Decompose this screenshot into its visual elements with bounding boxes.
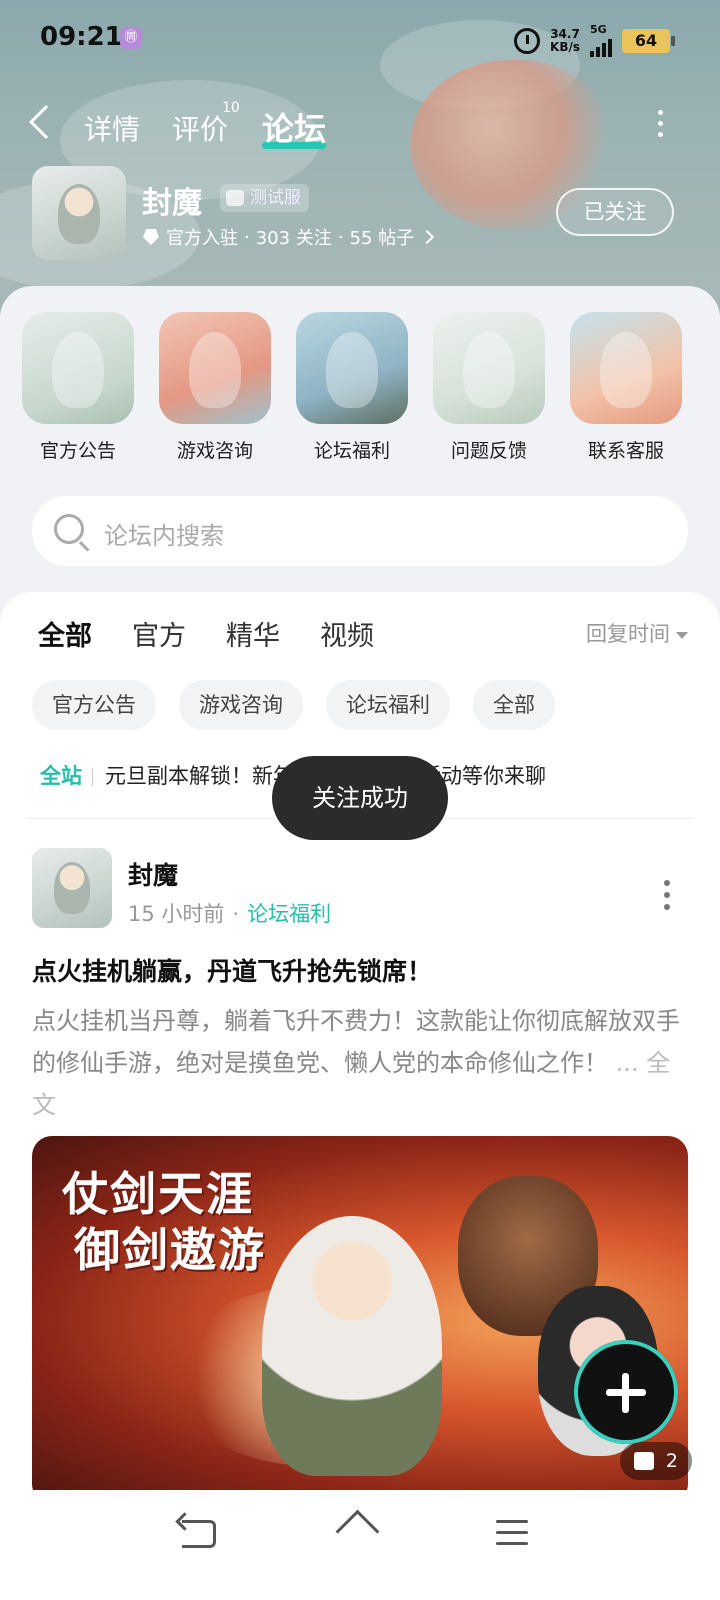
system-home-icon[interactable] (338, 1514, 374, 1550)
post-meta: 15 小时前 · 论坛福利 (128, 902, 332, 926)
chip-game-consult[interactable]: 游戏咨询 (179, 680, 303, 730)
status-time: 09:21 (40, 22, 123, 52)
shortcut-image (433, 312, 545, 424)
post-image[interactable]: 仗剑天涯 御剑遨游 (32, 1136, 688, 1504)
toast-message: 关注成功 (272, 756, 448, 840)
shortcut-image (296, 312, 408, 424)
battery-icon: 64 (622, 28, 675, 53)
alarm-icon (514, 27, 541, 54)
tab-video[interactable]: 视频 (320, 614, 374, 653)
image-count-badge: 2 (620, 1442, 692, 1480)
post-more-icon[interactable] (664, 880, 670, 916)
system-menu-icon[interactable] (496, 1520, 528, 1553)
notification-badge-icon: ㉄ (120, 27, 142, 49)
signal-icon: 5G (590, 24, 612, 57)
chip-forum-welfare[interactable]: 论坛福利 (326, 680, 450, 730)
app-info: 封魔 测试服 官方入驻 · 303 关注 · 55 帖子 已关注 (32, 166, 688, 262)
search-placeholder: 论坛内搜索 (104, 522, 224, 550)
test-server-icon (226, 190, 244, 206)
verified-label: 官方入驻 (166, 228, 238, 249)
feed-tabs: 全部 官方 精华 视频 回复时间 (38, 614, 688, 664)
more-options-icon[interactable] (658, 110, 664, 140)
system-back-icon[interactable] (182, 1520, 216, 1548)
caret-down-icon (676, 631, 688, 639)
shortcut-customer-service[interactable]: 联系客服 (566, 312, 686, 463)
status-bar: 09:21 ㉄ 34.7 KB/s 5G 64 (0, 0, 720, 76)
top-nav: 详情 评价 10 论坛 (0, 96, 720, 156)
follow-button[interactable]: 已关注 (556, 188, 674, 236)
notice-tag: 全站 (40, 764, 82, 788)
category-chips: 官方公告 游戏咨询 论坛福利 全部 (32, 680, 682, 730)
shortcut-image (22, 312, 134, 424)
tab-featured[interactable]: 精华 (226, 614, 280, 653)
shortcut-row: 官方公告 游戏咨询 论坛福利 问题反馈 联系客服 (0, 312, 720, 462)
network-speed: 34.7 KB/s (550, 26, 580, 54)
system-nav-bar (0, 1490, 720, 1600)
posts-count: 55 帖子 (349, 228, 415, 249)
post-author-name[interactable]: 封魔 (128, 856, 178, 892)
diamond-icon (142, 229, 160, 245)
chip-all[interactable]: 全部 (473, 680, 555, 730)
shortcut-image (159, 312, 271, 424)
reviews-count-badge: 10 (222, 100, 240, 116)
tab-official[interactable]: 官方 (132, 614, 186, 653)
sort-dropdown[interactable]: 回复时间 (586, 618, 688, 648)
shortcut-official-notice[interactable]: 官方公告 (18, 312, 138, 463)
create-post-button[interactable] (574, 1340, 678, 1444)
shortcut-game-consult[interactable]: 游戏咨询 (155, 312, 275, 463)
tab-reviews[interactable]: 评价 (172, 108, 228, 148)
back-icon[interactable] (29, 105, 63, 139)
search-input[interactable]: 论坛内搜索 (32, 496, 688, 566)
post-author-avatar[interactable] (32, 848, 112, 928)
post-time: 15 小时前 (128, 902, 225, 926)
shortcut-image (570, 312, 682, 424)
shortcut-forum-welfare[interactable]: 论坛福利 (292, 312, 412, 463)
post-title[interactable]: 点火挂机躺赢，丹道飞升抢先锁席！ (32, 952, 692, 988)
chip-official-notice[interactable]: 官方公告 (32, 680, 156, 730)
post-body[interactable]: 点火挂机当丹尊，躺着飞升不费力！这款能让你彻底解放双手的修仙手游，绝对是摸鱼党、… (32, 1000, 692, 1126)
followers-count: 303 关注 (255, 228, 332, 249)
shortcut-feedback[interactable]: 问题反馈 (429, 312, 549, 463)
post-category[interactable]: 论坛福利 (247, 902, 331, 926)
search-icon (54, 514, 84, 544)
test-server-tag: 测试服 (220, 184, 309, 212)
app-avatar[interactable] (32, 166, 126, 260)
chevron-right-icon (420, 229, 435, 245)
tab-details[interactable]: 详情 (84, 108, 140, 148)
image-icon (634, 1452, 654, 1470)
app-meta[interactable]: 官方入驻 · 303 关注 · 55 帖子 (142, 224, 435, 250)
tab-all[interactable]: 全部 (38, 614, 92, 654)
post-image-title: 仗剑天涯 御剑遨游 (62, 1167, 266, 1277)
app-name: 封魔 (142, 186, 202, 221)
tab-forum[interactable]: 论坛 (262, 104, 326, 150)
